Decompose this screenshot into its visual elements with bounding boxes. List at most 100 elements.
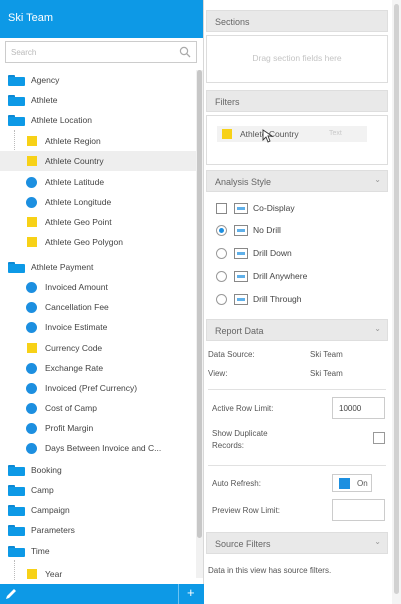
tree-field[interactable]: Year bbox=[0, 564, 196, 584]
co-display-icon bbox=[234, 202, 248, 214]
analysis-style-title: Analysis Style bbox=[215, 177, 272, 187]
tree-label: Athlete Region bbox=[45, 136, 101, 146]
report-data-header[interactable]: Report Data ⌄ bbox=[206, 319, 388, 341]
folder-icon bbox=[8, 94, 25, 106]
tree-label: Athlete Geo Polygon bbox=[45, 237, 123, 247]
active-row-limit-input[interactable]: 10000 bbox=[332, 397, 385, 419]
metric-icon bbox=[26, 196, 37, 208]
tree-field[interactable]: Athlete Region bbox=[0, 131, 196, 151]
tree-label: Agency bbox=[31, 75, 60, 85]
co-display-checkbox[interactable] bbox=[216, 202, 227, 214]
pencil-icon[interactable] bbox=[4, 587, 18, 601]
drill-through-label: Drill Through bbox=[253, 294, 302, 304]
tree-field[interactable]: Invoiced (Pref Currency) bbox=[0, 378, 196, 398]
chevron-down-icon[interactable]: ⌄ bbox=[374, 324, 381, 333]
drill-through-option[interactable]: Drill Through bbox=[216, 290, 302, 308]
tree-field[interactable]: Athlete Geo Polygon bbox=[0, 232, 196, 252]
add-button[interactable]: + bbox=[187, 586, 195, 600]
dimension-icon bbox=[27, 237, 37, 247]
tree-scrollbar-thumb[interactable] bbox=[197, 70, 202, 538]
preview-row-limit-input[interactable] bbox=[332, 499, 385, 521]
field-tree: Agency Athlete Athlete Location Athlete … bbox=[0, 70, 196, 580]
drill-through-radio[interactable] bbox=[216, 293, 227, 305]
tree-field[interactable]: Invoice Estimate bbox=[0, 317, 196, 337]
tree-field[interactable]: Cost of Camp bbox=[0, 398, 196, 418]
active-row-limit-label: Active Row Limit: bbox=[212, 404, 274, 413]
no-drill-label: No Drill bbox=[253, 225, 281, 235]
tree-label: Profit Margin bbox=[45, 423, 94, 433]
show-duplicate-label-2: Records: bbox=[212, 441, 245, 450]
dimension-icon bbox=[27, 156, 37, 166]
tree-field[interactable]: Athlete Longitude bbox=[0, 192, 196, 212]
analysis-style-header[interactable]: Analysis Style ⌄ bbox=[206, 170, 388, 192]
folder-icon bbox=[8, 524, 25, 536]
drill-anywhere-radio[interactable] bbox=[216, 270, 227, 282]
tree-field[interactable]: Currency Code bbox=[0, 338, 196, 358]
tree-field[interactable]: Cancellation Fee bbox=[0, 297, 196, 317]
drill-down-label: Drill Down bbox=[253, 248, 292, 258]
report-data-title: Report Data bbox=[215, 326, 264, 336]
no-drill-option[interactable]: No Drill bbox=[216, 221, 281, 239]
metric-icon bbox=[26, 362, 37, 374]
source-filters-header[interactable]: Source Filters ⌄ bbox=[206, 532, 388, 554]
panel-footer: + bbox=[0, 584, 204, 604]
tree-folder[interactable]: Parameters bbox=[0, 520, 196, 540]
auto-refresh-label: Auto Refresh: bbox=[212, 479, 261, 488]
tree-folder[interactable]: Athlete Location bbox=[0, 110, 196, 130]
right-scrollbar-thumb[interactable] bbox=[394, 4, 399, 594]
sections-header[interactable]: Sections bbox=[206, 10, 388, 32]
drill-down-icon bbox=[234, 247, 248, 259]
tree-folder[interactable]: Athlete Payment bbox=[0, 257, 196, 277]
no-drill-radio[interactable] bbox=[216, 224, 227, 236]
drill-anywhere-option[interactable]: Drill Anywhere bbox=[216, 267, 307, 285]
view-value: Ski Team bbox=[310, 369, 343, 378]
tree-label: Invoice Estimate bbox=[45, 322, 108, 332]
tree-field[interactable]: Days Between Invoice and C... bbox=[0, 438, 196, 458]
filters-header[interactable]: Filters bbox=[206, 90, 388, 112]
auto-refresh-toggle[interactable]: On bbox=[332, 474, 372, 492]
chevron-down-icon[interactable]: ⌄ bbox=[374, 175, 381, 184]
dimension-icon bbox=[27, 343, 37, 353]
folder-icon bbox=[8, 484, 25, 496]
tree-field-selected[interactable]: Athlete Country bbox=[0, 151, 196, 171]
tree-folder[interactable]: Athlete bbox=[0, 90, 196, 110]
tree-field[interactable]: Athlete Geo Point bbox=[0, 212, 196, 232]
tree-folder[interactable]: Booking bbox=[0, 460, 196, 480]
filter-chip[interactable]: Athlete Country Text bbox=[217, 126, 367, 143]
chevron-down-icon[interactable]: ⌄ bbox=[374, 537, 381, 546]
search-box[interactable] bbox=[5, 41, 197, 63]
metric-icon bbox=[26, 176, 37, 188]
filters-title: Filters bbox=[215, 97, 240, 107]
search-icon[interactable] bbox=[179, 46, 191, 58]
divider bbox=[208, 389, 386, 390]
data-source-label: Data Source: bbox=[208, 350, 255, 359]
drill-down-radio[interactable] bbox=[216, 247, 227, 259]
tree-folder[interactable]: Camp bbox=[0, 480, 196, 500]
tree-field[interactable]: Profit Margin bbox=[0, 418, 196, 438]
sections-hint: Drag section fields here bbox=[252, 53, 342, 63]
tree-label: Athlete Latitude bbox=[45, 177, 105, 187]
tree-label: Athlete Location bbox=[31, 115, 92, 125]
no-drill-icon bbox=[234, 224, 248, 236]
tree-field[interactable]: Athlete Latitude bbox=[0, 172, 196, 192]
show-duplicate-checkbox[interactable] bbox=[373, 432, 385, 444]
tree-label: Exchange Rate bbox=[45, 363, 104, 373]
drill-down-option[interactable]: Drill Down bbox=[216, 244, 292, 262]
metric-icon bbox=[26, 382, 37, 394]
metric-icon bbox=[26, 402, 37, 414]
tree-folder[interactable]: Campaign bbox=[0, 500, 196, 520]
show-duplicate-label: Show Duplicate bbox=[212, 429, 268, 438]
drill-anywhere-label: Drill Anywhere bbox=[253, 271, 308, 281]
co-display-option[interactable]: Co-Display bbox=[216, 199, 295, 217]
tree-field[interactable]: Exchange Rate bbox=[0, 358, 196, 378]
search-input[interactable] bbox=[6, 42, 166, 62]
metric-icon bbox=[26, 442, 37, 454]
tree-folder[interactable]: Time bbox=[0, 541, 196, 561]
dimension-icon bbox=[27, 136, 37, 146]
filters-drop-zone[interactable]: Athlete Country Text bbox=[206, 115, 388, 165]
tree-label: Invoiced Amount bbox=[45, 282, 108, 292]
tree-label: Booking bbox=[31, 465, 62, 475]
tree-field[interactable]: Invoiced Amount bbox=[0, 277, 196, 297]
sections-drop-zone[interactable]: Drag section fields here bbox=[206, 35, 388, 83]
tree-folder[interactable]: Agency bbox=[0, 70, 196, 90]
